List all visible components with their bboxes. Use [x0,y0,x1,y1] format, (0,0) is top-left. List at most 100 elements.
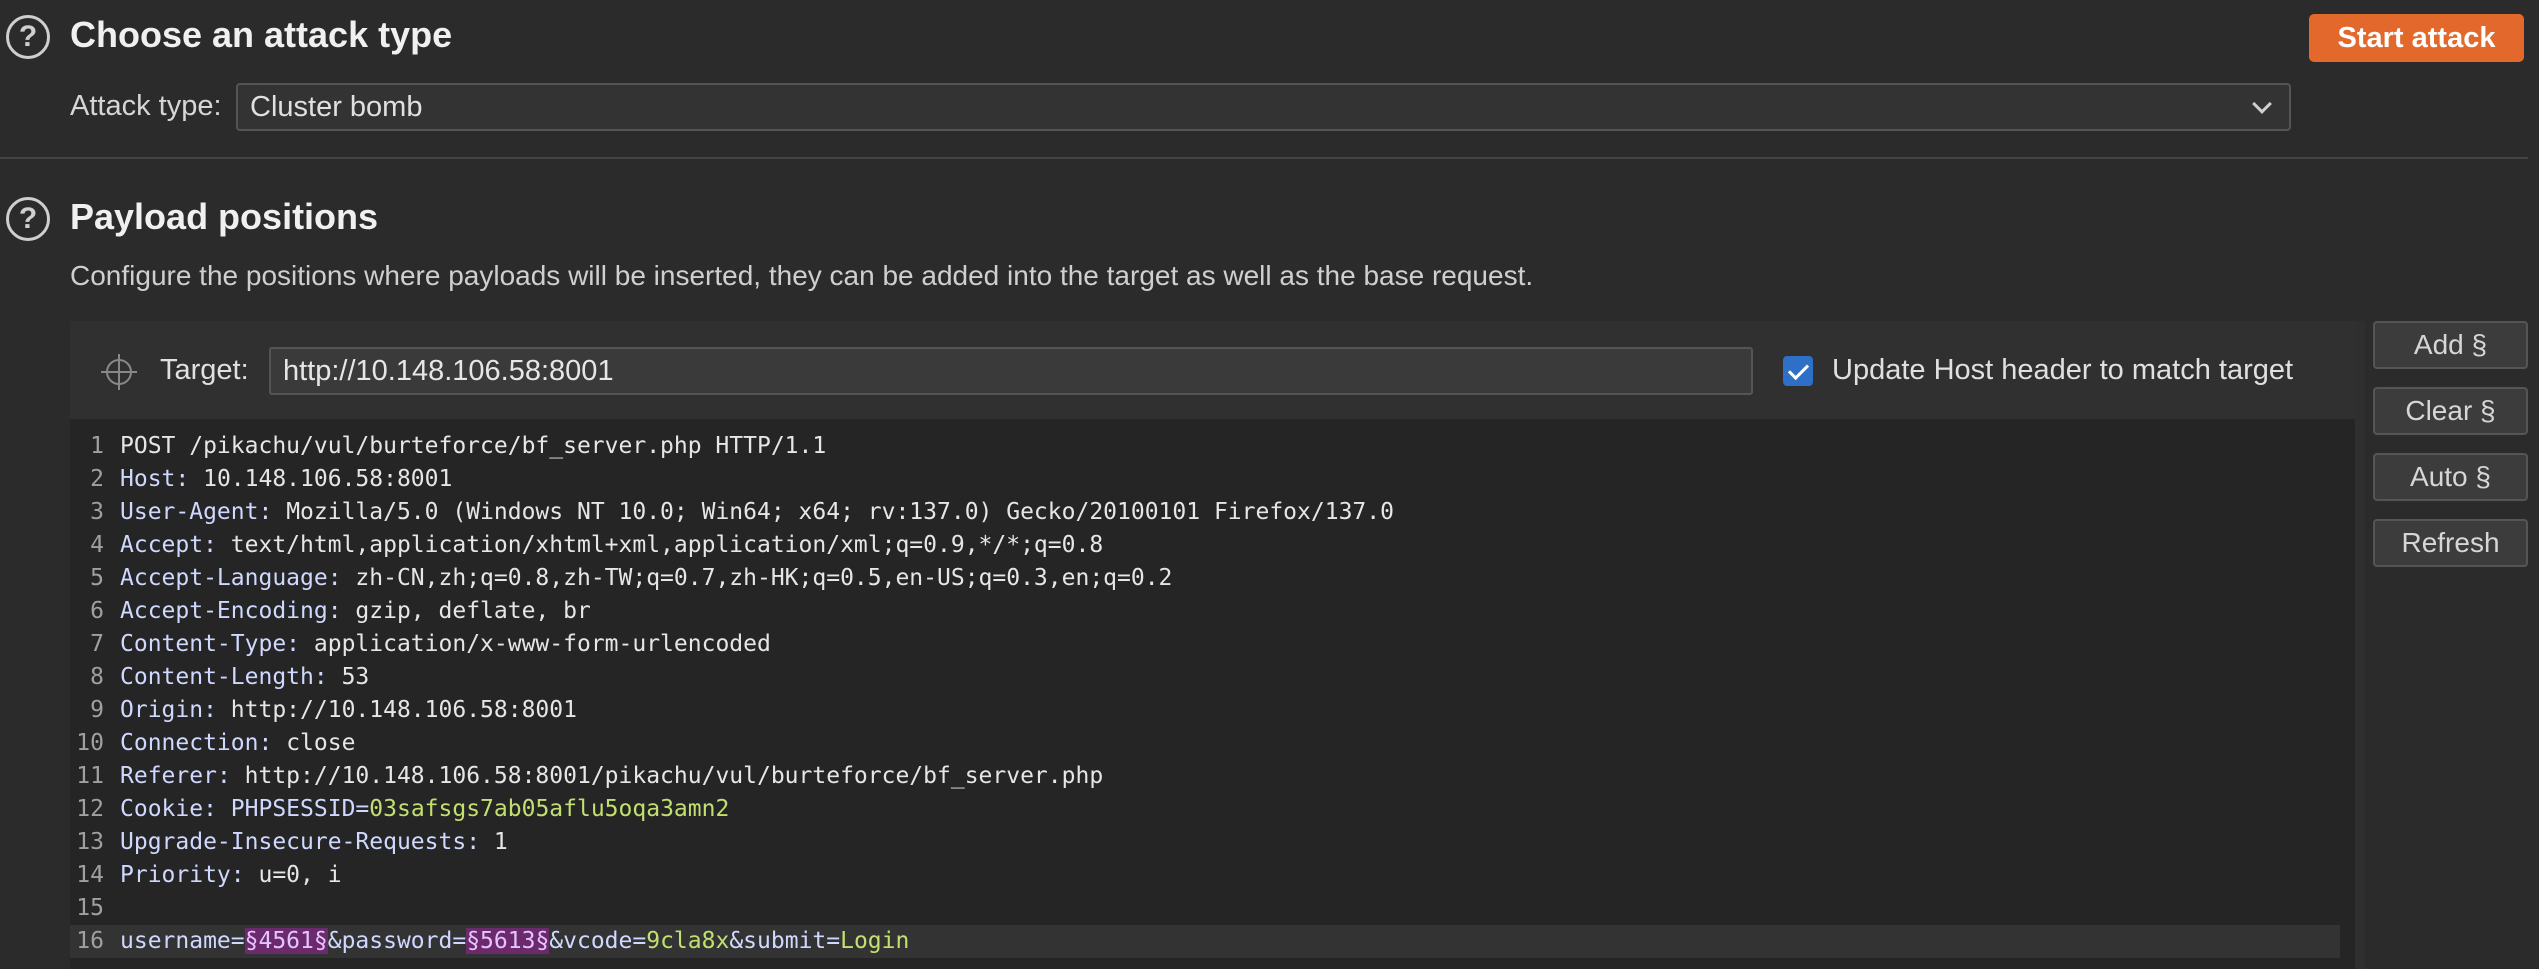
line-value: 53 [341,664,370,690]
header-separator: : [258,499,287,525]
cookie-name: PHPSESSID [230,796,356,822]
header-name: Priority [120,862,231,888]
param-name-password: &password= [327,928,467,954]
line-number: 13 [76,829,104,855]
line-value: Mozilla/5.0 (Windows NT 10.0; Win64; x64… [286,499,1394,525]
header-separator: : [203,697,231,723]
line-text: POST /pikachu/vul/burteforce/bf_server.p… [120,430,826,463]
request-editor[interactable]: 1 POST /pikachu/vul/burteforce/bf_server.… [70,422,2355,969]
request-line[interactable]: 12 Cookie: PHPSESSID=03safsgs7ab05aflu5oq… [70,793,2340,826]
request-line[interactable]: 15 [70,892,2340,925]
line-value: close [286,730,356,756]
line-value: 1 [493,829,508,855]
question-circle-icon[interactable]: ? [6,15,50,59]
line-number: 14 [76,862,104,888]
header-name: Accept-Encoding [120,598,328,624]
line-text: Upgrade-Insecure-Requests: 1 [120,826,508,859]
header-separator: : [175,466,204,492]
header-name: Connection [120,730,259,756]
chevron-down-icon [2252,94,2272,114]
request-line[interactable]: 14 Priority: u=0, i [70,859,2340,892]
header-name: Host [120,466,176,492]
add-payload-marker-button[interactable]: Add § [2373,321,2528,369]
request-line[interactable]: 3 User-Agent: Mozilla/5.0 (Windows NT 10.… [70,496,2340,529]
line-number: 9 [90,697,104,723]
line-number: 11 [76,763,104,789]
param-name-username: username= [120,928,245,954]
attack-type-title: Choose an attack type [70,14,453,55]
line-value: application/x-www-form-urlencoded [313,631,771,657]
request-line[interactable]: 11 Referer: http://10.148.106.58:8001/pik… [70,760,2340,793]
request-line[interactable]: 4 Accept: text/html,application/xhtml+xml… [70,529,2340,562]
editor-scrollbar[interactable] [2355,321,2365,969]
header-name: Content-Type [120,631,287,657]
request-line[interactable]: 2 Host: 10.148.106.58:8001 [70,463,2340,496]
header-separator: : [286,631,314,657]
line-number: 15 [76,895,104,921]
request-line[interactable]: 7 Content-Type: application/x-www-form-ur… [70,628,2340,661]
payload-marker-password: §5613§ [466,928,550,954]
request-line[interactable]: 9 Origin: http://10.148.106.58:8001 [70,694,2340,727]
line-text: Cookie: PHPSESSID=03safsgs7ab05aflu5oqa3… [120,793,729,826]
attack-type-value: Cluster bomb [250,90,423,123]
line-text: username=§4561§&password=§5613§&vcode=9c… [120,925,909,958]
target-input[interactable] [269,347,1753,395]
update-host-checkbox[interactable] [1783,356,1813,386]
crosshair-icon [101,354,137,390]
line-value: zh-CN,zh;q=0.8,zh-TW;q=0.7,zh-HK;q=0.5,e… [355,565,1173,591]
request-line[interactable]: 10 Connection: close [70,727,2340,760]
attack-type-label: Attack type: [70,90,222,122]
request-line[interactable]: 1 POST /pikachu/vul/burteforce/bf_server.… [70,430,2340,463]
line-number: 2 [90,466,104,492]
param-name-vcode: &vcode= [549,928,647,954]
header-separator: : [216,763,245,789]
param-value-submit: Login [840,928,910,954]
start-attack-button[interactable]: Start attack [2309,14,2524,62]
line-text: Referer: http://10.148.106.58:8001/pikac… [120,760,1103,793]
line-number: 6 [90,598,104,624]
header-name: Referer [120,763,217,789]
cookie-value: 03safsgs7ab05aflu5oqa3amn2 [369,796,730,822]
header-separator: : [203,796,231,822]
payload-marker-username: §4561§ [244,928,328,954]
line-text: Accept-Encoding: gzip, deflate, br [120,595,591,628]
request-body-line[interactable]: 16 username=§4561§&password=§5613§&vcode=… [70,925,2340,958]
header-name: Accept [120,532,204,558]
clear-payload-markers-button[interactable]: Clear § [2373,387,2528,435]
request-line[interactable]: 5 Accept-Language: zh-CN,zh;q=0.8,zh-TW;q… [70,562,2340,595]
line-text: Content-Type: application/x-www-form-url… [120,628,771,661]
header-name: Origin [120,697,204,723]
line-number: 8 [90,664,104,690]
line-number: 16 [76,928,104,954]
line-text: Accept: text/html,application/xhtml+xml,… [120,529,1103,562]
request-line[interactable]: 8 Content-Length: 53 [70,661,2340,694]
line-value: http://10.148.106.58:8001/pikachu/vul/bu… [244,763,1104,789]
request-line[interactable]: 6 Accept-Encoding: gzip, deflate, br [70,595,2340,628]
question-circle-icon[interactable]: ? [6,197,50,241]
line-number: 4 [90,532,104,558]
line-text: Content-Length: 53 [120,661,369,694]
line-number: 12 [76,796,104,822]
line-text: Host: 10.148.106.58:8001 [120,463,452,496]
attack-type-select[interactable]: Cluster bomb [236,83,2291,131]
header-separator: : [230,862,259,888]
auto-payload-markers-button[interactable]: Auto § [2373,453,2528,501]
refresh-button[interactable]: Refresh [2373,519,2528,567]
request-editor-panel: Target: Update Host header to match targ… [70,321,2355,969]
header-separator: : [203,532,231,558]
header-separator: : [258,730,287,756]
request-line[interactable]: 13 Upgrade-Insecure-Requests: 1 [70,826,2340,859]
line-value: http://10.148.106.58:8001 [230,697,577,723]
update-host-label[interactable]: Update Host header to match target [1832,354,2293,387]
line-text: User-Agent: Mozilla/5.0 (Windows NT 10.0… [120,496,1394,529]
header-name: Cookie [120,796,204,822]
target-bar: Target: Update Host header to match targ… [70,321,2355,419]
line-value: 10.148.106.58:8001 [203,466,453,492]
line-text: Connection: close [120,727,355,760]
line-number: 3 [90,499,104,525]
line-text: Accept-Language: zh-CN,zh;q=0.8,zh-TW;q=… [120,562,1172,595]
line-value: POST /pikachu/vul/burteforce/bf_server.p… [120,433,827,459]
header-separator: : [327,565,356,591]
header-separator: : [327,598,356,624]
header-separator: : [466,829,494,855]
